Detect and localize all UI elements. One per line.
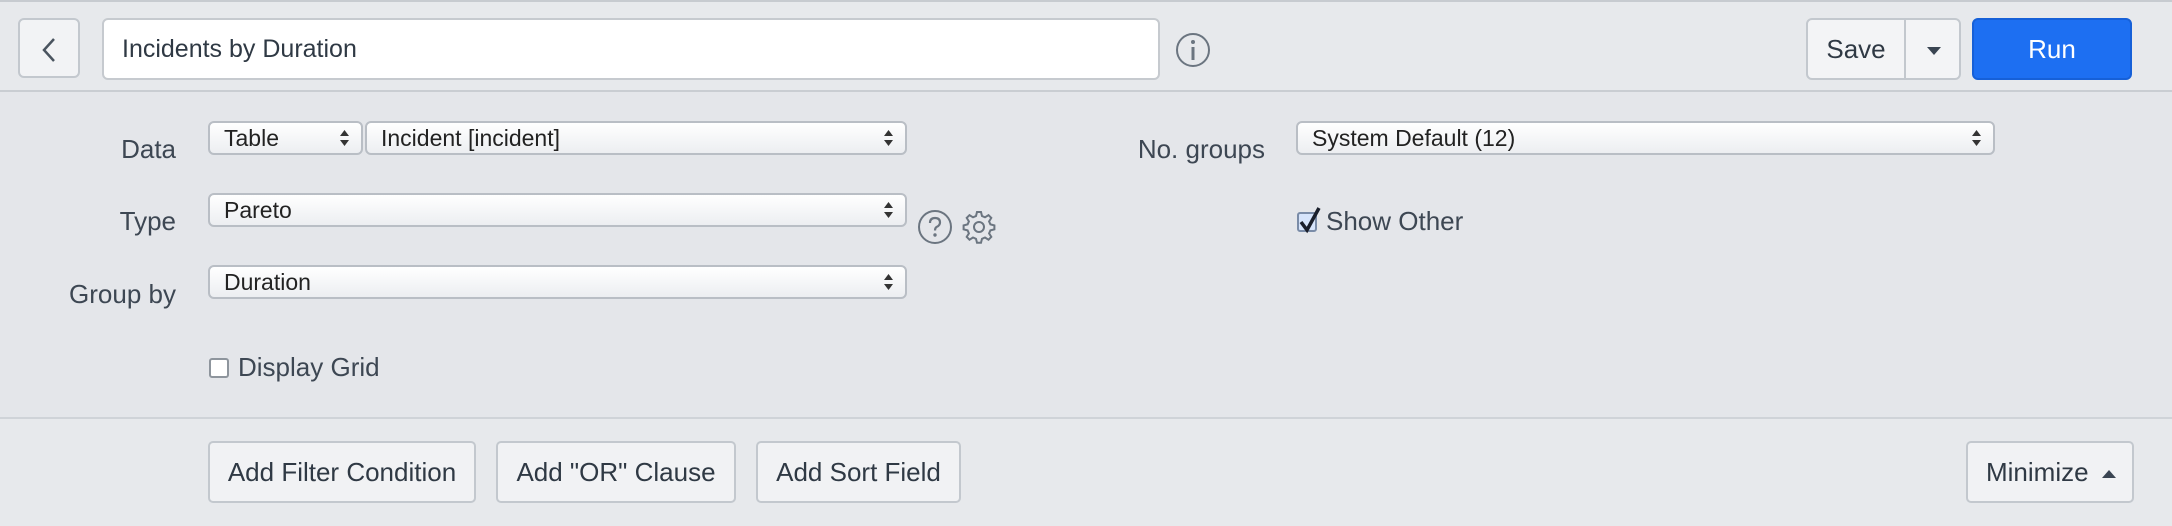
no-groups-value: System Default (12) bbox=[1312, 125, 1516, 151]
add-sort-field-button[interactable]: Add Sort Field bbox=[756, 441, 961, 503]
type-select[interactable]: Pareto bbox=[208, 193, 907, 227]
data-source-value: Table bbox=[224, 125, 279, 151]
select-arrows-icon bbox=[884, 130, 893, 146]
group-by-value: Duration bbox=[224, 269, 311, 295]
select-arrows-icon bbox=[1972, 130, 1981, 146]
select-arrows-icon bbox=[884, 202, 893, 218]
caret-down-icon bbox=[1927, 47, 1941, 55]
data-label: Data bbox=[121, 134, 176, 164]
minimize-button[interactable]: Minimize bbox=[1966, 441, 2134, 503]
back-button[interactable] bbox=[18, 18, 80, 78]
select-arrows-icon bbox=[340, 130, 349, 146]
save-button[interactable]: Save bbox=[1806, 18, 1906, 80]
question-circle-icon[interactable] bbox=[917, 209, 953, 245]
no-groups-label: No. groups bbox=[1137, 134, 1265, 164]
group-by-label: Group by bbox=[69, 279, 176, 309]
gear-icon[interactable] bbox=[961, 209, 997, 245]
select-arrows-icon bbox=[884, 274, 893, 290]
save-menu-button[interactable] bbox=[1904, 18, 1961, 80]
minimize-label: Minimize bbox=[1986, 457, 2089, 487]
chevron-left-icon bbox=[42, 38, 55, 62]
add-or-clause-button[interactable]: Add "OR" Clause bbox=[496, 441, 736, 503]
add-filter-condition-button[interactable]: Add Filter Condition bbox=[208, 441, 476, 503]
display-grid-checkbox[interactable] bbox=[209, 358, 229, 378]
footer-bar: Add Filter Condition Add "OR" Clause Add… bbox=[0, 419, 2172, 526]
toolbar: Incidents by Duration Save Run bbox=[0, 0, 2172, 92]
no-groups-select[interactable]: System Default (12) bbox=[1296, 121, 1995, 155]
show-other-checkbox[interactable] bbox=[1297, 207, 1321, 234]
run-button[interactable]: Run bbox=[1972, 18, 2132, 80]
data-table-select[interactable]: Incident [incident] bbox=[365, 121, 907, 155]
type-value: Pareto bbox=[224, 197, 292, 223]
info-icon[interactable] bbox=[1175, 32, 1211, 68]
type-label: Type bbox=[119, 206, 176, 236]
group-by-select[interactable]: Duration bbox=[208, 265, 907, 299]
show-other-label[interactable]: Show Other bbox=[1326, 206, 1463, 237]
data-table-value: Incident [incident] bbox=[381, 125, 561, 151]
checkmark-icon bbox=[1299, 207, 1321, 234]
display-grid-label[interactable]: Display Grid bbox=[238, 352, 380, 383]
report-title-input[interactable]: Incidents by Duration bbox=[102, 18, 1160, 80]
caret-up-icon bbox=[2102, 470, 2116, 478]
data-source-select[interactable]: Table bbox=[208, 121, 363, 155]
